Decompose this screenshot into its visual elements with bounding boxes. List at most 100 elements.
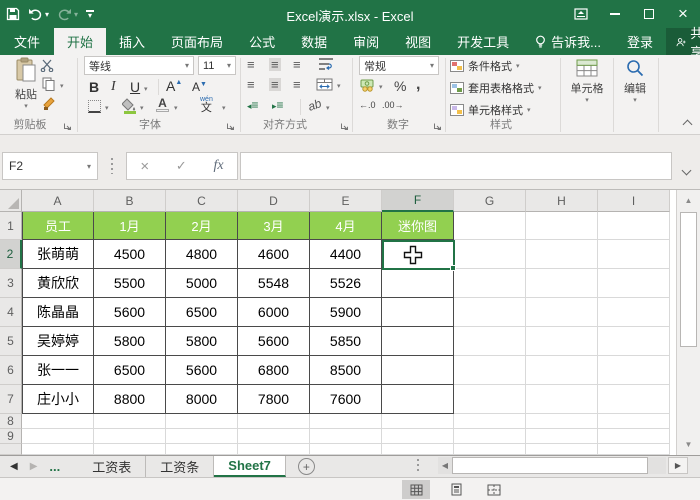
normal-view-button[interactable]	[402, 480, 430, 499]
cell-G9[interactable]	[454, 429, 526, 444]
cell-E5[interactable]: 5850	[310, 327, 382, 356]
row-header-partial[interactable]	[0, 444, 22, 455]
cell-C8[interactable]	[166, 414, 238, 429]
cell-B4[interactable]: 5600	[94, 298, 166, 327]
scroll-right-icon[interactable]: ▶	[668, 457, 688, 474]
row-header-9[interactable]: 9	[0, 429, 22, 444]
row-header-6[interactable]: 6	[0, 356, 22, 385]
cell-E2[interactable]: 4400	[310, 240, 382, 269]
cell-F4[interactable]	[382, 298, 454, 327]
cell-C7[interactable]: 8000	[166, 385, 238, 414]
cell-B8[interactable]	[94, 414, 166, 429]
cell-F3[interactable]	[382, 269, 454, 298]
cell-G3[interactable]	[454, 269, 526, 298]
cell-partial[interactable]	[526, 444, 598, 455]
cell-D3[interactable]: 5548	[238, 269, 310, 298]
cell-partial[interactable]	[454, 444, 526, 455]
cell-D8[interactable]	[238, 414, 310, 429]
row-header-3[interactable]: 3	[0, 269, 22, 298]
cell-G6[interactable]	[454, 356, 526, 385]
cell-C6[interactable]: 5600	[166, 356, 238, 385]
cell-H3[interactable]	[526, 269, 598, 298]
cell-H8[interactable]	[526, 414, 598, 429]
cell-G5[interactable]	[454, 327, 526, 356]
cell-D2[interactable]: 4600	[238, 240, 310, 269]
cell-A6[interactable]: 张一一	[22, 356, 94, 385]
cell-B1[interactable]: 1月	[94, 212, 166, 240]
column-header-A[interactable]: A	[22, 190, 94, 212]
column-header-G[interactable]: G	[454, 190, 526, 212]
cell-A9[interactable]	[22, 429, 94, 444]
cell-B2[interactable]: 4500	[94, 240, 166, 269]
row-header-4[interactable]: 4	[0, 298, 22, 327]
cell-H1[interactable]	[526, 212, 598, 240]
cell-B3[interactable]: 5500	[94, 269, 166, 298]
cell-A7[interactable]: 庄小小	[22, 385, 94, 414]
cell-partial[interactable]	[382, 444, 454, 455]
scroll-down-icon[interactable]: ▼	[679, 436, 698, 453]
cell-partial[interactable]	[166, 444, 238, 455]
horizontal-scrollbar[interactable]: ◀	[438, 457, 666, 474]
cell-D4[interactable]: 6000	[238, 298, 310, 327]
cell-F7[interactable]	[382, 385, 454, 414]
cell-A5[interactable]: 吴婷婷	[22, 327, 94, 356]
scroll-up-icon[interactable]: ▲	[679, 192, 698, 209]
cell-B9[interactable]	[94, 429, 166, 444]
cell-partial[interactable]	[598, 444, 670, 455]
tabbar-resize-handle[interactable]	[417, 459, 419, 473]
cell-partial[interactable]	[94, 444, 166, 455]
cell-E8[interactable]	[310, 414, 382, 429]
cell-E1[interactable]: 4月	[310, 212, 382, 240]
cell-A4[interactable]: 陈晶晶	[22, 298, 94, 327]
cell-F8[interactable]	[382, 414, 454, 429]
cell-H4[interactable]	[526, 298, 598, 327]
cell-G4[interactable]	[454, 298, 526, 327]
cell-B7[interactable]: 8800	[94, 385, 166, 414]
cell-F6[interactable]	[382, 356, 454, 385]
cell-C5[interactable]: 5800	[166, 327, 238, 356]
cell-partial[interactable]	[238, 444, 310, 455]
cell-I8[interactable]	[598, 414, 670, 429]
row-header-7[interactable]: 7	[0, 385, 22, 414]
column-header-I[interactable]: I	[598, 190, 670, 212]
cell-A3[interactable]: 黄欣欣	[22, 269, 94, 298]
cell-C4[interactable]: 6500	[166, 298, 238, 327]
cell-G7[interactable]	[454, 385, 526, 414]
sheet-tab-0[interactable]: 工资表	[78, 456, 146, 477]
cell-H9[interactable]	[526, 429, 598, 444]
cell-I3[interactable]	[598, 269, 670, 298]
column-header-C[interactable]: C	[166, 190, 238, 212]
row-header-5[interactable]: 5	[0, 327, 22, 356]
cell-C9[interactable]	[166, 429, 238, 444]
cell-I2[interactable]	[598, 240, 670, 269]
page-layout-view-button[interactable]	[442, 480, 470, 499]
cell-G2[interactable]	[454, 240, 526, 269]
vertical-scrollbar[interactable]: ▲ ▼	[676, 190, 700, 455]
sheet-prev-icon[interactable]: ◀	[10, 461, 18, 472]
horizontal-scrollbar-thumb[interactable]	[452, 457, 648, 474]
cell-H6[interactable]	[526, 356, 598, 385]
cell-H2[interactable]	[526, 240, 598, 269]
cell-I9[interactable]	[598, 429, 670, 444]
cell-H5[interactable]	[526, 327, 598, 356]
cell-A2[interactable]: 张萌萌	[22, 240, 94, 269]
cell-C3[interactable]: 5000	[166, 269, 238, 298]
cell-partial[interactable]	[22, 444, 94, 455]
cell-D6[interactable]: 6800	[238, 356, 310, 385]
cell-B6[interactable]: 6500	[94, 356, 166, 385]
cell-E3[interactable]: 5526	[310, 269, 382, 298]
vertical-scrollbar-thumb[interactable]	[680, 212, 697, 347]
cell-E6[interactable]: 8500	[310, 356, 382, 385]
cell-E9[interactable]	[310, 429, 382, 444]
cell-I6[interactable]	[598, 356, 670, 385]
cell-F1[interactable]: 迷你图	[382, 212, 454, 240]
column-header-E[interactable]: E	[310, 190, 382, 212]
cell-D1[interactable]: 3月	[238, 212, 310, 240]
cell-D7[interactable]: 7800	[238, 385, 310, 414]
cell-E4[interactable]: 5900	[310, 298, 382, 327]
cell-B5[interactable]: 5800	[94, 327, 166, 356]
new-sheet-button[interactable]: +	[298, 458, 315, 475]
cell-H7[interactable]	[526, 385, 598, 414]
cell-A1[interactable]: 员工	[22, 212, 94, 240]
cell-partial[interactable]	[310, 444, 382, 455]
